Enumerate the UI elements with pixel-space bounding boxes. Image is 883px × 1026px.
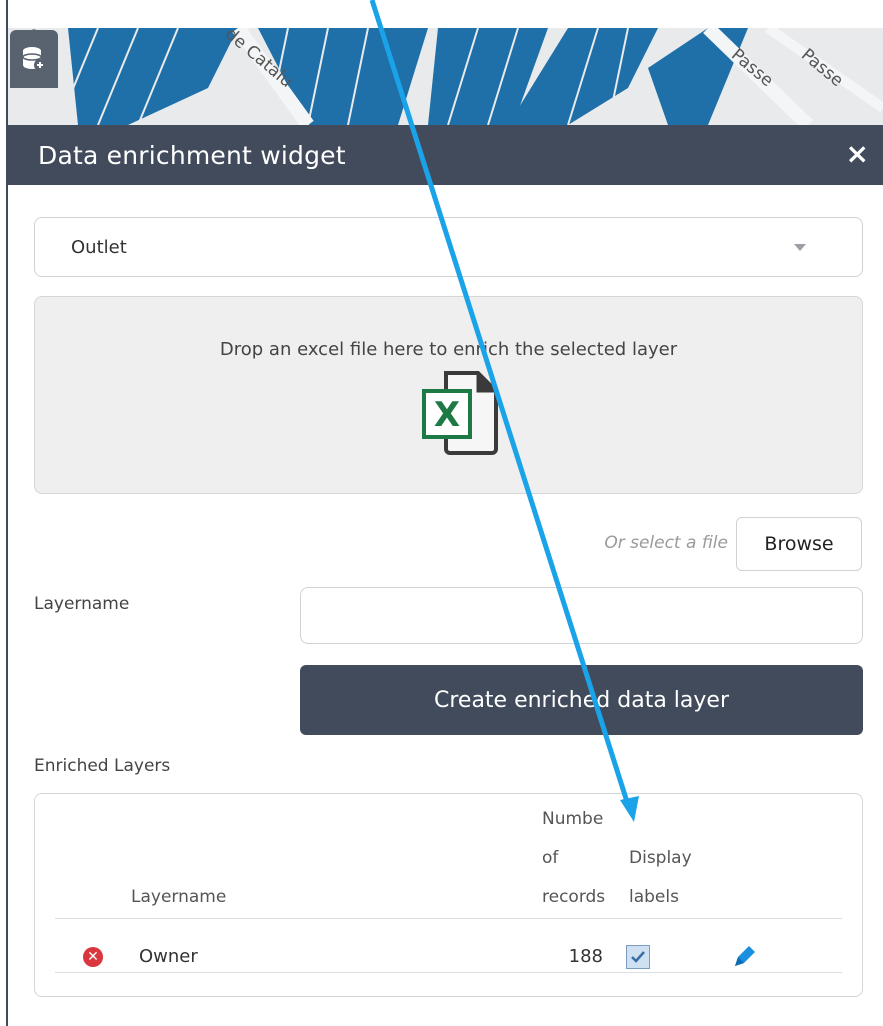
delete-layer-icon[interactable]: ✕	[83, 947, 103, 967]
column-header-display-line2: labels	[629, 887, 679, 907]
widget-header: Data enrichment widget ×	[8, 125, 883, 185]
layername-input[interactable]	[300, 587, 863, 644]
table-divider	[55, 918, 842, 919]
column-header-display-line1: Display	[629, 848, 692, 868]
row-layername: Owner	[139, 946, 198, 967]
svg-text:X: X	[434, 395, 460, 435]
column-header-records-line1: Numbe	[542, 809, 604, 829]
edit-pencil-icon[interactable]	[729, 944, 757, 972]
database-icon	[22, 47, 46, 71]
excel-file-icon: X	[422, 371, 498, 455]
enriched-layers-heading: Enriched Layers	[34, 756, 171, 776]
create-enriched-layer-button[interactable]: Create enriched data layer	[300, 665, 863, 735]
row-records: 188	[568, 946, 603, 967]
data-enrichment-toggle-button[interactable]	[10, 30, 58, 88]
display-labels-checkbox[interactable]	[626, 945, 650, 969]
browse-button[interactable]: Browse	[736, 517, 862, 571]
checkmark-icon	[631, 951, 645, 963]
enriched-layers-table: Layername Numbe of records Display label…	[34, 793, 863, 997]
column-header-records-line3: records	[542, 887, 606, 907]
dropzone-text: Drop an excel file here to enrich the se…	[219, 339, 678, 360]
layer-select-value: Outlet	[71, 236, 127, 258]
close-icon[interactable]: ×	[846, 139, 869, 169]
column-header-layername: Layername	[131, 887, 227, 907]
layername-label: Layername	[34, 594, 130, 614]
widget-title: Data enrichment widget	[38, 140, 346, 170]
file-dropzone[interactable]: Drop an excel file here to enrich the se…	[34, 296, 863, 494]
chevron-down-icon	[794, 244, 806, 251]
column-header-records-line2: of	[542, 848, 559, 868]
map-background[interactable]: rago de Catalu Passe Passe	[8, 28, 883, 125]
or-select-file-label: Or select a file	[604, 533, 728, 553]
layer-select[interactable]: Outlet	[34, 217, 863, 277]
table-divider	[55, 972, 842, 973]
